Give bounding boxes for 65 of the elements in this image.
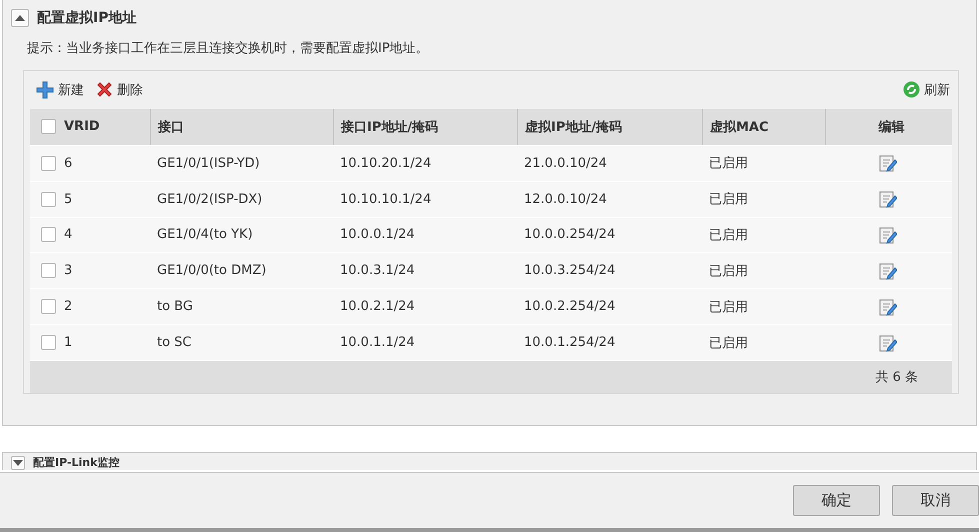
table-cell-text: 10.0.0.1/24 bbox=[339, 227, 416, 242]
column-header[interactable]: 虚拟IP地址/掩码 bbox=[518, 118, 622, 136]
add-button[interactable]: 新建 bbox=[36, 80, 84, 99]
table-cell-text: 10.0.1.254/24 bbox=[523, 335, 616, 350]
delete-button[interactable]: 删除 bbox=[96, 80, 143, 99]
table-cell-text: to BG bbox=[156, 299, 194, 314]
table-cell: 1 bbox=[64, 335, 72, 350]
edit-icon[interactable] bbox=[878, 298, 896, 316]
total-count: 共 6 条 bbox=[875, 369, 918, 386]
column-header[interactable]: 接口 bbox=[151, 118, 184, 136]
table-cell: 5 bbox=[64, 192, 72, 207]
hint-text: 提示：当业务接口工作在三层且连接交换机时，需要配置虚拟IP地址。 bbox=[26, 40, 430, 58]
row-checkbox[interactable] bbox=[41, 156, 56, 171]
column-header[interactable]: VRID bbox=[64, 119, 100, 134]
collapse-button[interactable] bbox=[11, 9, 29, 27]
collapse-icon bbox=[15, 15, 25, 21]
delete-icon bbox=[96, 81, 113, 98]
column-header[interactable]: 接口IP地址/掩码 bbox=[334, 118, 438, 136]
table-cell-text: 已启用 bbox=[708, 262, 749, 280]
table-cell: 3 bbox=[64, 263, 72, 278]
edit-icon[interactable] bbox=[878, 190, 896, 208]
edit-icon[interactable] bbox=[878, 262, 896, 280]
table-cell-text: 10.10.20.1/24 bbox=[339, 156, 432, 171]
table-cell: 6 bbox=[64, 156, 72, 171]
refresh-icon bbox=[903, 81, 920, 98]
table-cell-text: GE1/0/4(to YK) bbox=[156, 227, 254, 242]
row-checkbox[interactable] bbox=[41, 263, 56, 278]
edit-icon[interactable] bbox=[878, 154, 896, 172]
expand-icon bbox=[13, 460, 23, 466]
table-cell: 2 bbox=[64, 299, 72, 314]
table-cell-text: 10.0.0.254/24 bbox=[523, 227, 616, 242]
plus-icon bbox=[36, 80, 54, 99]
table-cell-text: 10.0.3.1/24 bbox=[339, 263, 416, 278]
table-cell-text: 已启用 bbox=[708, 226, 749, 244]
table-cell-text: 已启用 bbox=[708, 298, 749, 316]
table-cell-text: GE1/0/2(ISP-DX) bbox=[156, 192, 264, 207]
row-checkbox[interactable] bbox=[41, 299, 56, 314]
row-checkbox[interactable] bbox=[41, 335, 56, 350]
table-cell-text: GE1/0/0(to DMZ) bbox=[156, 263, 268, 278]
column-header[interactable]: 编辑 bbox=[872, 118, 904, 136]
edit-icon[interactable] bbox=[878, 226, 896, 244]
table-cell-text: 已启用 bbox=[708, 155, 749, 172]
section-title: 配置IP-Link监控 bbox=[33, 456, 120, 470]
row-checkbox[interactable] bbox=[41, 227, 56, 242]
table-cell: 4 bbox=[64, 227, 72, 242]
table-cell-text: 10.0.3.254/24 bbox=[523, 263, 616, 278]
table-cell-text: 已启用 bbox=[708, 334, 749, 352]
row-checkbox[interactable] bbox=[41, 192, 56, 207]
table-cell-text: GE1/0/1(ISP-YD) bbox=[156, 156, 261, 171]
cancel-button[interactable]: 取消 bbox=[892, 484, 979, 516]
table-cell-text: 已启用 bbox=[708, 191, 749, 208]
select-all-checkbox[interactable] bbox=[41, 119, 56, 134]
table-cell-text: 12.0.0.10/24 bbox=[523, 192, 608, 207]
refresh-button[interactable]: 刷新 bbox=[903, 80, 950, 99]
table-cell-text: 10.0.1.1/24 bbox=[339, 335, 416, 350]
table-cell-text: to SC bbox=[156, 335, 193, 350]
expand-button[interactable] bbox=[11, 456, 25, 470]
column-header[interactable]: 虚拟MAC bbox=[703, 118, 769, 136]
table-cell-text: 21.0.0.10/24 bbox=[523, 156, 608, 171]
table-cell-text: 10.0.2.254/24 bbox=[523, 299, 616, 314]
edit-icon[interactable] bbox=[878, 334, 896, 352]
section-title: 配置虚拟IP地址 bbox=[37, 9, 136, 27]
table-cell-text: 10.10.10.1/24 bbox=[339, 192, 432, 207]
ok-button[interactable]: 确定 bbox=[793, 484, 880, 516]
table-cell-text: 10.0.2.1/24 bbox=[339, 299, 416, 314]
